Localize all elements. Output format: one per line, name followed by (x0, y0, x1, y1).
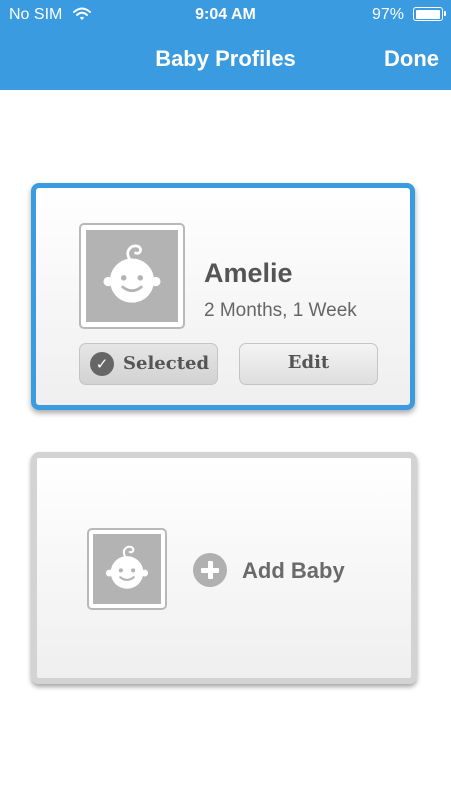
add-baby-card[interactable]: Add Baby (31, 452, 417, 684)
plus-circle-icon[interactable] (193, 553, 227, 587)
edit-button[interactable]: Edit (239, 343, 378, 385)
baby-age: 2 Months, 1 Week (204, 300, 357, 321)
add-baby-label[interactable]: Add Baby (242, 558, 345, 584)
selected-button[interactable]: ✓ Selected (79, 343, 218, 385)
selected-label: Selected (123, 353, 210, 374)
nav-header: No SIM 9:04 AM 97% Baby Profiles Done (0, 0, 451, 90)
done-button[interactable]: Done (384, 46, 439, 72)
battery-percent: 97% (371, 6, 404, 23)
battery-fill (415, 9, 440, 19)
baby-name: Amelie (204, 258, 293, 288)
battery-icon (413, 7, 446, 21)
baby-face-icon (103, 244, 161, 303)
checkmark-icon: ✓ (90, 352, 114, 376)
baby-face-icon (105, 545, 149, 589)
baby-profile-card[interactable]: Amelie 2 Months, 1 Week ✓ Selected Edit (31, 183, 415, 410)
avatar (79, 223, 185, 329)
avatar (87, 528, 167, 610)
status-bar: No SIM 9:04 AM 97% (0, 0, 451, 30)
